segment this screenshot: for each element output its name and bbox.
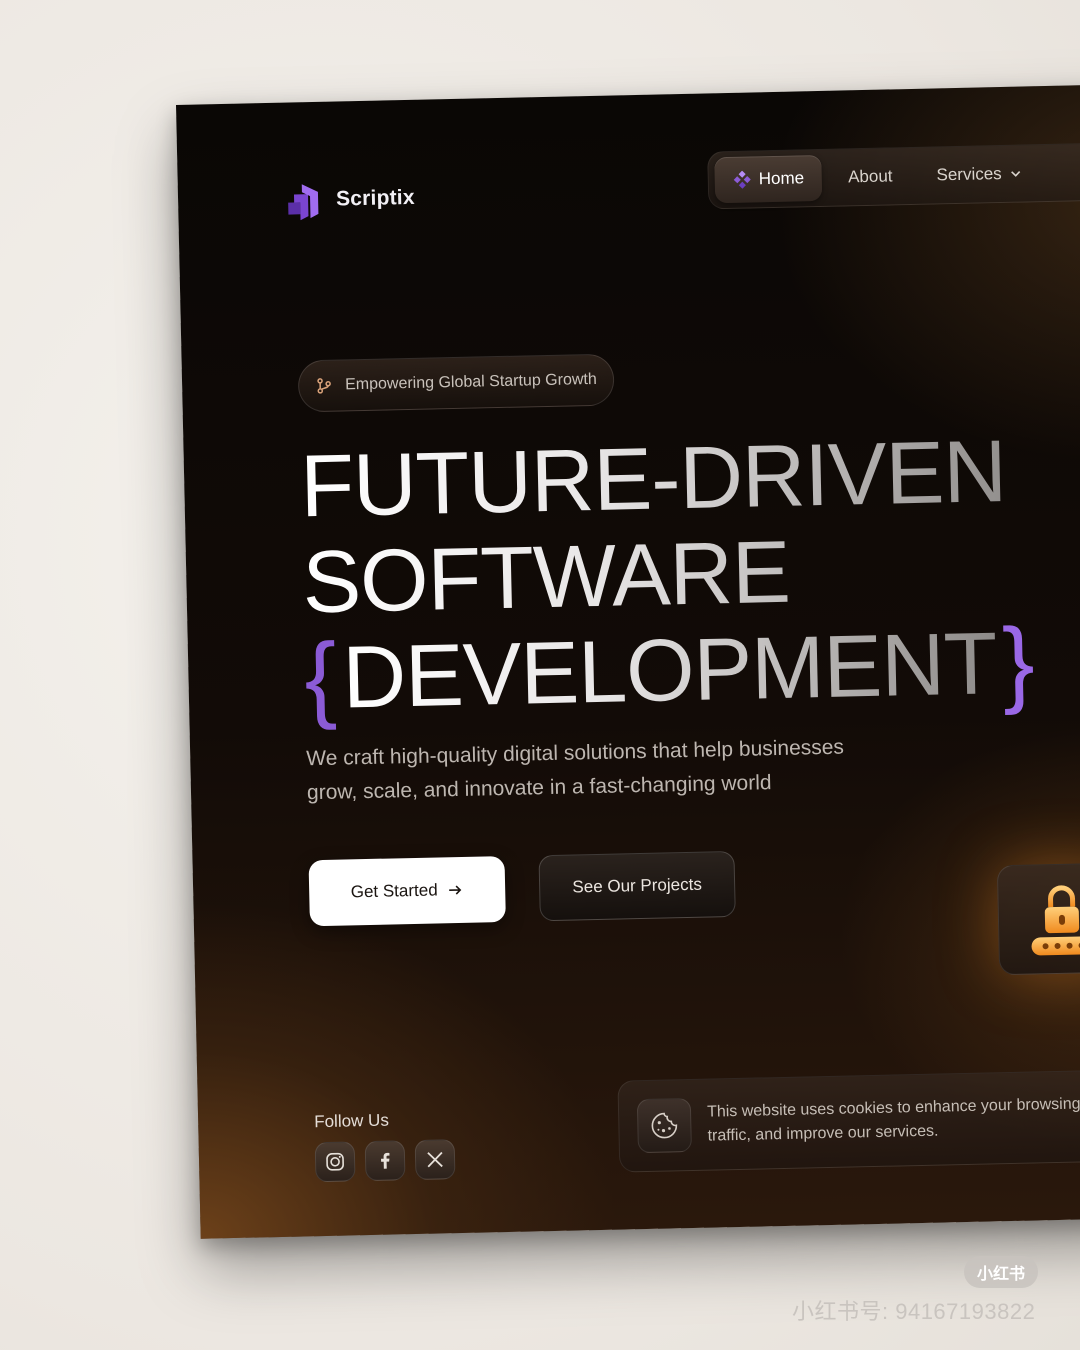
arrow-right-icon <box>449 885 462 895</box>
cookie-message: This website uses cookies to enhance you… <box>707 1093 1080 1149</box>
follow-us-heading: Follow Us <box>314 1110 390 1132</box>
git-branch-icon <box>317 378 331 394</box>
security-lock-card <box>996 862 1080 976</box>
scriptix-logo-icon <box>288 184 319 221</box>
headline-line-3: DEVELOPMENT <box>341 613 998 727</box>
nav-about[interactable]: About <box>830 153 911 201</box>
see-projects-button[interactable]: See Our Projects <box>538 850 736 922</box>
cookie-banner: This website uses cookies to enhance you… <box>617 1067 1080 1173</box>
instagram-button[interactable] <box>314 1141 356 1183</box>
nav-services[interactable]: Services <box>918 150 1040 199</box>
brand-logo[interactable]: Scriptix <box>284 178 415 221</box>
headline-line-2: SOFTWARE <box>301 518 1033 632</box>
hero-subtitle: We craft high-quality digital solutions … <box>306 730 867 810</box>
x-icon <box>427 1151 443 1168</box>
nav-about-label: About <box>847 166 893 187</box>
x-button[interactable] <box>414 1139 456 1181</box>
headline-line-1: FUTURE-DRIVEN <box>299 421 1031 535</box>
instagram-icon <box>326 1152 344 1171</box>
open-brace: { <box>303 623 338 732</box>
get-started-button[interactable]: Get Started <box>308 856 506 927</box>
get-started-label: Get Started <box>350 880 438 902</box>
facebook-button[interactable] <box>364 1140 406 1182</box>
cookie-icon <box>651 1112 678 1139</box>
top-nav: Home About Services <box>707 141 1080 210</box>
brand-name: Scriptix <box>335 185 415 211</box>
see-projects-label: See Our Projects <box>572 874 703 897</box>
lock-icon <box>1031 885 1080 956</box>
cookie-icon-box <box>636 1098 692 1154</box>
tagline-text: Empowering Global Startup Growth <box>344 370 597 394</box>
website-screen: Scriptix Home About Services Empowering … <box>176 84 1080 1239</box>
nav-home-label: Home <box>758 168 805 189</box>
headline-line-3-row: { DEVELOPMENT } <box>303 608 1036 732</box>
chevron-down-icon <box>1011 171 1021 177</box>
tagline-pill: Empowering Global Startup Growth <box>297 353 615 413</box>
facebook-icon <box>381 1152 390 1169</box>
watermark-id: 小红书号: 94167193822 <box>792 1299 1036 1324</box>
close-brace: } <box>1001 608 1036 717</box>
nav-home[interactable]: Home <box>714 154 823 204</box>
watermark-badge: 小红书 <box>964 1256 1038 1288</box>
photo-stage: Scriptix Home About Services Empowering … <box>0 0 1080 1350</box>
hero-headline: FUTURE-DRIVEN SOFTWARE { DEVELOPMENT } <box>299 421 1036 732</box>
nav-services-label: Services <box>936 164 1002 185</box>
diamond-grid-icon <box>733 170 751 189</box>
social-links <box>314 1139 456 1183</box>
